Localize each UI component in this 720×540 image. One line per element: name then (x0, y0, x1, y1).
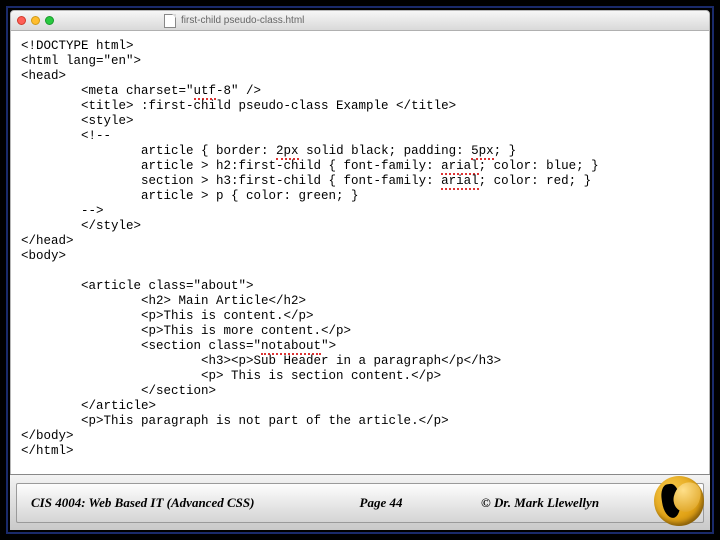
code-line: <section class=" (21, 339, 261, 353)
zoom-icon[interactable] (45, 16, 54, 25)
code-line: <style> (21, 114, 134, 128)
code-line: <article class="about"> (21, 279, 254, 293)
code-line: </section> (21, 384, 216, 398)
code-line: <p>This is content.</p> (21, 309, 314, 323)
window-titlebar: first-child pseudo-class.html (11, 11, 709, 31)
code-line: section > h3:first-child { font-family: (21, 174, 441, 188)
code-line: <body> (21, 249, 66, 263)
footer-bar: CIS 4004: Web Based IT (Advanced CSS) Pa… (16, 483, 704, 523)
code-line: <p>This is more content.</p> (21, 324, 351, 338)
tab-filename: first-child pseudo-class.html (181, 15, 304, 26)
slide-footer: CIS 4004: Web Based IT (Advanced CSS) Pa… (10, 474, 710, 530)
code-line: ; color: red; } (479, 174, 592, 188)
code-line: <head> (21, 69, 66, 83)
code-line: </body> (21, 429, 74, 443)
spell-squiggle: utf (194, 84, 217, 100)
code-line: article > h2:first-child { font-family: (21, 159, 441, 173)
spell-squiggle: 2px (276, 144, 299, 160)
code-line: <h3><p>Sub Header in a paragraph</p</h3> (21, 354, 501, 368)
code-line: </html> (21, 444, 74, 458)
code-line: solid black; padding: (299, 144, 472, 158)
code-area: <!DOCTYPE html> <html lang="en"> <head> … (11, 31, 709, 469)
spell-squiggle: 5px (471, 144, 494, 160)
code-line: <meta charset=" (21, 84, 194, 98)
code-line: --> (21, 204, 104, 218)
code-line: </style> (21, 219, 141, 233)
code-line: </article> (21, 399, 156, 413)
ucf-pegasus-logo (654, 476, 704, 526)
spell-squiggle: arial (441, 159, 479, 175)
minimize-icon[interactable] (31, 16, 40, 25)
spell-squiggle: notabout (261, 339, 321, 355)
code-line: article > p { color: green; } (21, 189, 359, 203)
editor-window: first-child pseudo-class.html <!DOCTYPE … (10, 10, 710, 476)
code-line: ; } (494, 144, 517, 158)
spell-squiggle: arial (441, 174, 479, 190)
document-tab: first-child pseudo-class.html (164, 14, 304, 28)
code-line: </head> (21, 234, 74, 248)
page-number: Page 44 (341, 495, 421, 511)
code-line: <p>This paragraph is not part of the art… (21, 414, 449, 428)
code-line: <html lang="en"> (21, 54, 141, 68)
code-line: article { border: (21, 144, 276, 158)
code-line: -8" /> (216, 84, 261, 98)
author-credit: © Dr. Mark Llewellyn (481, 495, 599, 511)
course-title: CIS 4004: Web Based IT (Advanced CSS) (31, 495, 281, 511)
close-icon[interactable] (17, 16, 26, 25)
code-line: <h2> Main Article</h2> (21, 294, 306, 308)
file-icon (164, 14, 176, 28)
code-line: ; color: blue; } (479, 159, 599, 173)
code-line: <!-- (21, 129, 111, 143)
code-line: "> (321, 339, 336, 353)
code-line: <!DOCTYPE html> (21, 39, 134, 53)
slide-frame: first-child pseudo-class.html <!DOCTYPE … (6, 6, 714, 534)
code-line: <title> :first-child pseudo-class Exampl… (21, 99, 456, 113)
window-controls (17, 16, 54, 25)
code-line: <p> This is section content.</p> (21, 369, 441, 383)
